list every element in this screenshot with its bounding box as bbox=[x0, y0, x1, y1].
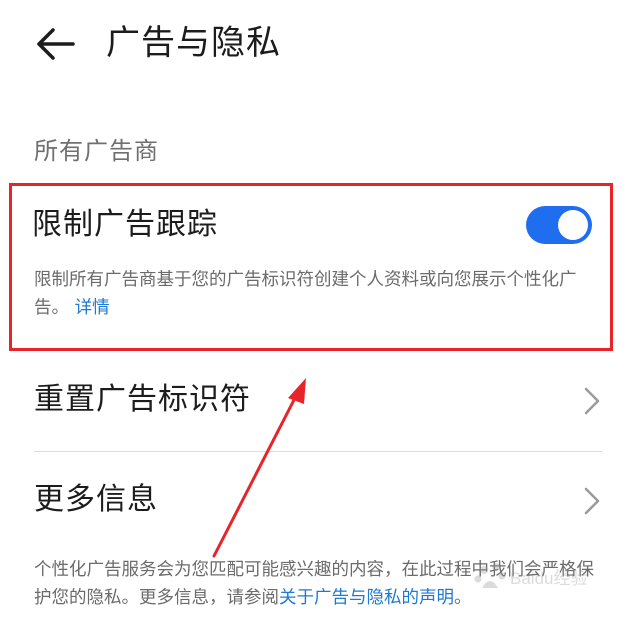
reset-ad-identifier-label: 重置广告标识符 bbox=[34, 382, 251, 417]
divider bbox=[34, 451, 602, 452]
limit-ad-tracking-title: 限制广告跟踪 bbox=[32, 207, 218, 242]
more-info-label: 更多信息 bbox=[34, 482, 158, 517]
back-button[interactable] bbox=[30, 22, 80, 66]
more-info-row[interactable]: 更多信息 bbox=[34, 472, 606, 532]
limit-ad-tracking-description: 限制所有广告商基于您的广告标识符创建个人资料或向您展示个性化广告。 详情 bbox=[34, 266, 606, 322]
arrow-left-icon bbox=[37, 28, 75, 60]
section-label: 所有广告商 bbox=[34, 137, 159, 165]
header: 广告与隐私 bbox=[0, 0, 626, 90]
reset-ad-identifier-row[interactable]: 重置广告标识符 bbox=[34, 372, 606, 432]
svg-text:Baidu经验: Baidu经验 bbox=[510, 569, 587, 588]
chevron-right-icon bbox=[584, 387, 600, 415]
details-link[interactable]: 详情 bbox=[75, 298, 110, 318]
page-title: 广告与隐私 bbox=[106, 23, 281, 63]
baidu-watermark: Baidu经验 bbox=[470, 560, 600, 598]
description-text: 限制所有广告商基于您的广告标识符创建个人资料或向您展示个性化广告。 bbox=[34, 270, 577, 318]
toggle-knob bbox=[558, 210, 588, 240]
privacy-statement-link[interactable]: 关于广告与隐私的声明 bbox=[279, 588, 454, 608]
limit-ad-tracking-toggle[interactable] bbox=[526, 206, 592, 244]
footer-end: 。 bbox=[454, 588, 472, 608]
chevron-right-icon bbox=[584, 487, 600, 515]
